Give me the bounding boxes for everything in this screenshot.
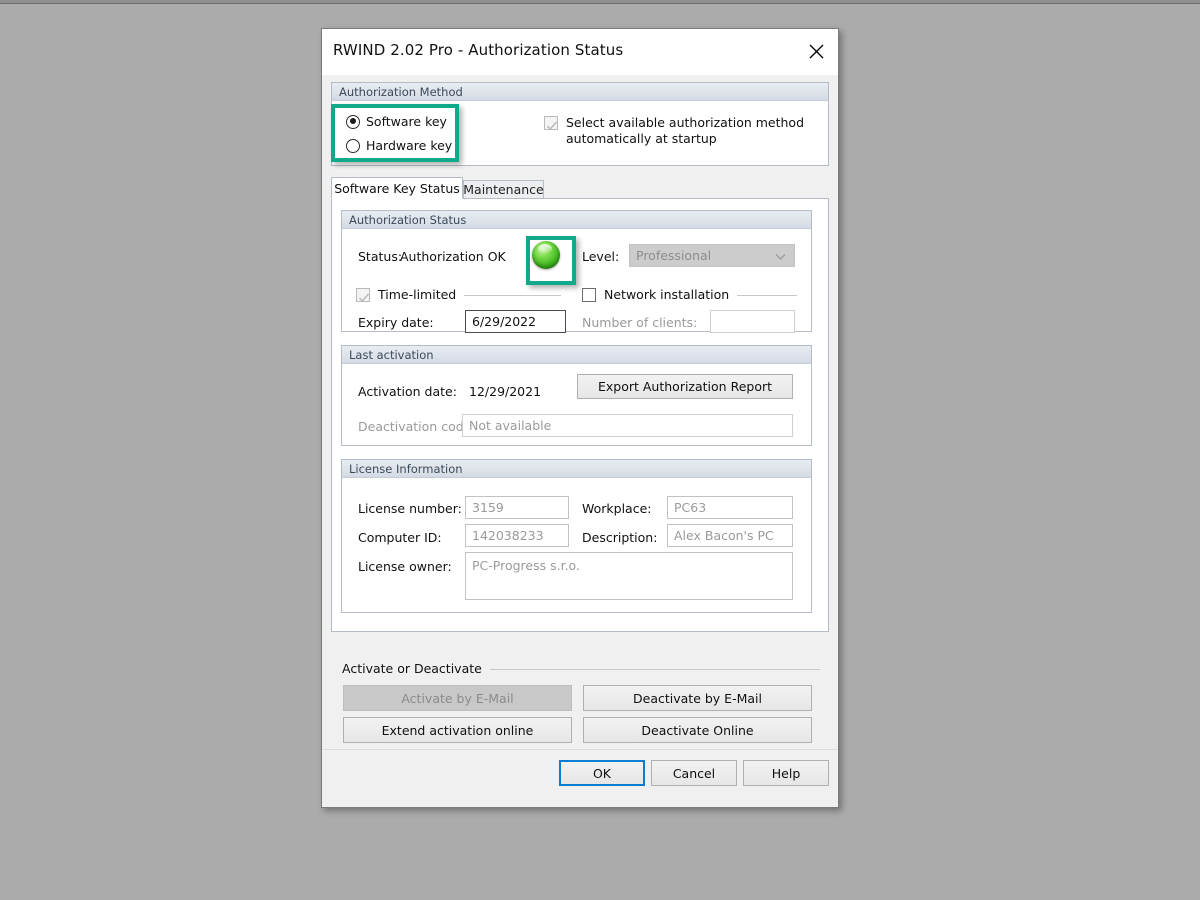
authorization-status-group: Authorization Status Status: Authorizati… xyxy=(341,210,812,332)
license-number-label: License number: xyxy=(358,501,462,516)
network-installation-group[interactable]: Network installation xyxy=(582,287,797,303)
time-limited-separator-line xyxy=(464,295,561,296)
level-combobox[interactable]: Professional xyxy=(629,244,795,267)
expiry-date-label: Expiry date: xyxy=(358,315,434,330)
extend-activation-online-label: Extend activation online xyxy=(382,723,534,738)
time-limited-group[interactable]: Time-limited xyxy=(356,287,561,303)
license-owner-label: License owner: xyxy=(358,559,452,574)
check-icon xyxy=(358,289,370,308)
activation-date-label: Activation date: xyxy=(358,384,457,399)
export-authorization-report-label: Export Authorization Report xyxy=(598,379,772,394)
time-limited-label: Time-limited xyxy=(378,287,456,303)
workplace-field[interactable]: PC63 xyxy=(667,496,793,519)
tab-software-key-status[interactable]: Software Key Status xyxy=(331,177,463,199)
export-authorization-report-button[interactable]: Export Authorization Report xyxy=(577,374,793,399)
status-value: Authorization OK xyxy=(400,249,506,264)
help-button[interactable]: Help xyxy=(743,760,829,786)
ok-button[interactable]: OK xyxy=(559,760,645,786)
license-number-field[interactable]: 3159 xyxy=(465,496,569,519)
check-icon xyxy=(546,117,558,136)
activation-date-value: 12/29/2021 xyxy=(469,384,541,399)
deactivation-code-value: Not available xyxy=(469,418,551,433)
auto-select-method-label: Select available authorization method au… xyxy=(566,115,804,147)
extend-activation-online-button[interactable]: Extend activation online xyxy=(343,717,572,743)
help-button-label: Help xyxy=(772,766,801,781)
deactivation-code-field[interactable]: Not available xyxy=(462,414,793,437)
computer-id-field[interactable]: 142038233 xyxy=(465,524,569,547)
auto-select-method-checkbox[interactable] xyxy=(544,116,558,130)
radio-hardware-key-label: Hardware key xyxy=(366,138,452,153)
number-of-clients-field[interactable] xyxy=(710,310,795,333)
time-limited-checkbox[interactable] xyxy=(356,288,370,302)
title-bar: RWIND 2.02 Pro - Authorization Status xyxy=(322,29,838,75)
last-activation-group: Last activation Activation date: 12/29/2… xyxy=(341,345,812,446)
workplace-label: Workplace: xyxy=(582,501,652,516)
authorization-method-group-title: Authorization Method xyxy=(332,83,828,101)
license-information-group: License Information License number: 3159… xyxy=(341,459,812,613)
radio-software-key-label: Software key xyxy=(366,114,447,129)
tab-strip: Software Key Status Maintenance xyxy=(331,177,829,199)
deactivate-online-button[interactable]: Deactivate Online xyxy=(583,717,812,743)
description-field[interactable]: Alex Bacon's PC xyxy=(667,524,793,547)
activate-by-email-label: Activate by E-Mail xyxy=(401,691,513,706)
computer-id-value: 142038233 xyxy=(472,528,544,543)
desktop-top-strip xyxy=(0,0,1200,4)
activate-or-deactivate-title: Activate or Deactivate xyxy=(342,661,482,677)
activate-or-deactivate-header: Activate or Deactivate xyxy=(342,661,820,677)
description-label: Description: xyxy=(582,530,657,545)
cancel-button-label: Cancel xyxy=(673,766,715,781)
license-owner-value: PC-Progress s.r.o. xyxy=(472,558,580,573)
activate-or-deactivate-separator-line xyxy=(490,669,820,670)
auto-select-method-checkbox-row[interactable]: Select available authorization method au… xyxy=(544,115,814,147)
number-of-clients-label: Number of clients: xyxy=(582,315,697,330)
close-icon[interactable] xyxy=(794,29,838,73)
radio-software-key[interactable]: Software key xyxy=(346,114,447,129)
description-value: Alex Bacon's PC xyxy=(674,528,774,543)
deactivation-code-label: Deactivation code: xyxy=(358,419,476,434)
license-information-group-title: License Information xyxy=(342,460,811,478)
status-label: Status: xyxy=(358,249,402,264)
network-installation-label: Network installation xyxy=(604,287,729,303)
level-combobox-value: Professional xyxy=(636,248,711,263)
tab-software-key-status-label: Software Key Status xyxy=(334,181,460,196)
radio-software-key-indicator[interactable] xyxy=(346,115,360,129)
authorization-method-group: Authorization Method Software key Hardwa… xyxy=(331,82,829,166)
status-led-green xyxy=(532,241,560,269)
license-owner-field[interactable]: PC-Progress s.r.o. xyxy=(465,552,793,600)
cancel-button[interactable]: Cancel xyxy=(651,760,737,786)
auto-select-method-label-line2: automatically at startup xyxy=(566,131,717,146)
last-activation-group-title: Last activation xyxy=(342,346,811,364)
tab-maintenance-label: Maintenance xyxy=(463,182,544,197)
network-installation-checkbox[interactable] xyxy=(582,288,596,302)
radio-hardware-key[interactable]: Hardware key xyxy=(346,138,452,153)
level-label: Level: xyxy=(582,249,619,264)
activate-by-email-button[interactable]: Activate by E-Mail xyxy=(343,685,572,711)
authorization-status-dialog: RWIND 2.02 Pro - Authorization Status Au… xyxy=(321,28,839,808)
expiry-date-field[interactable]: 6/29/2022 xyxy=(465,310,566,333)
deactivate-by-email-button[interactable]: Deactivate by E-Mail xyxy=(583,685,812,711)
dialog-footer: OK Cancel Help xyxy=(322,749,838,807)
network-installation-separator-line xyxy=(737,295,797,296)
deactivate-by-email-label: Deactivate by E-Mail xyxy=(633,691,762,706)
tab-panel-software-key-status: Authorization Status Status: Authorizati… xyxy=(331,198,829,632)
computer-id-label: Computer ID: xyxy=(358,530,442,545)
license-number-value: 3159 xyxy=(472,500,504,515)
radio-hardware-key-indicator[interactable] xyxy=(346,139,360,153)
workplace-value: PC63 xyxy=(674,500,706,515)
window-title: RWIND 2.02 Pro - Authorization Status xyxy=(333,41,623,59)
authorization-status-group-title: Authorization Status xyxy=(342,211,811,229)
tab-maintenance[interactable]: Maintenance xyxy=(463,180,544,199)
expiry-date-value: 6/29/2022 xyxy=(472,314,536,329)
chevron-down-icon xyxy=(775,248,786,263)
ok-button-label: OK xyxy=(593,766,611,781)
deactivate-online-label: Deactivate Online xyxy=(641,723,753,738)
auto-select-method-label-line1: Select available authorization method xyxy=(566,115,804,130)
